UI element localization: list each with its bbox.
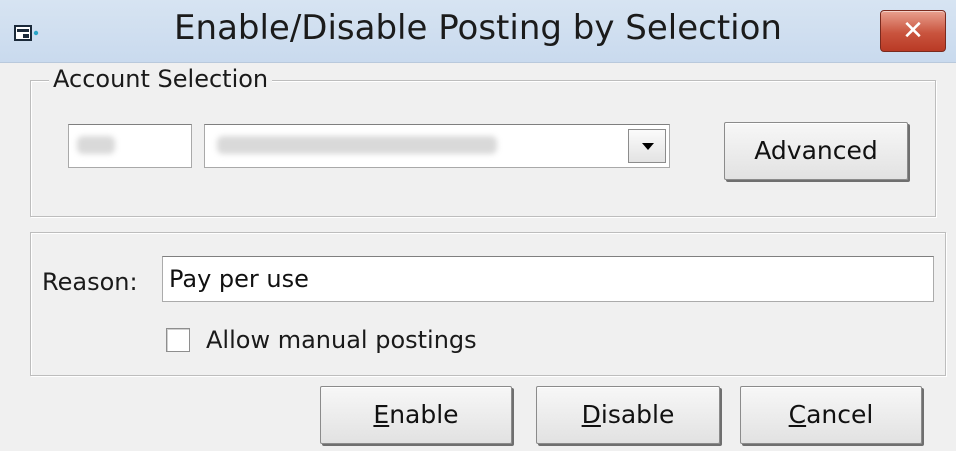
account-selection-legend: Account Selection [49,65,273,93]
close-button[interactable]: ✕ [880,10,946,52]
reason-label: Reason: [42,268,138,296]
cancel-mnemonic: C [788,400,807,429]
blurred-account-code [77,136,115,154]
enable-mnemonic: E [373,400,390,429]
allow-manual-postings-checkbox[interactable] [166,328,190,352]
account-code-field[interactable] [68,124,192,168]
title-bar[interactable]: Enable/Disable Posting by Selection ✕ [0,0,956,63]
disable-label-rest: isable [600,400,675,429]
allow-manual-postings-label[interactable]: Allow manual postings [206,326,477,354]
disable-mnemonic: D [581,400,601,429]
close-icon: ✕ [902,16,924,46]
cancel-button[interactable]: Cancel [740,386,922,444]
advanced-button[interactable]: Advanced [724,122,908,180]
disable-button[interactable]: Disable [536,386,720,444]
chevron-down-icon[interactable] [628,129,666,163]
reason-group [30,232,946,376]
reason-input[interactable] [162,256,934,302]
advanced-button-label: Advanced [754,136,878,165]
enable-label-rest: nable [389,400,459,429]
window-title: Enable/Disable Posting by Selection [174,8,782,48]
blurred-account-name [217,136,497,154]
account-name-dropdown[interactable] [204,124,670,168]
enable-button[interactable]: Enable [320,386,512,444]
dialog-window: Enable/Disable Posting by Selection ✕ Ac… [0,0,956,451]
cancel-label-rest: ancel [806,400,874,429]
